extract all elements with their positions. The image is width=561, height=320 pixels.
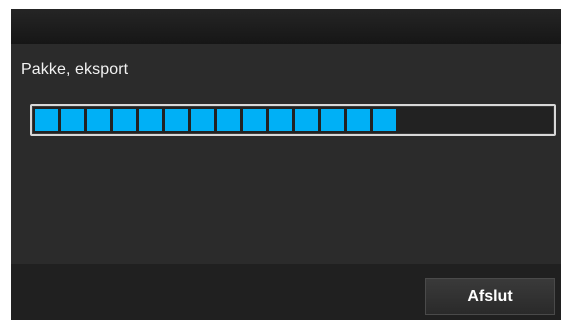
progress-segments bbox=[35, 109, 551, 131]
progress-segment bbox=[373, 109, 396, 131]
progress-segment bbox=[321, 109, 344, 131]
progress-segment bbox=[347, 109, 370, 131]
dialog-footer: Afslut bbox=[11, 264, 561, 320]
export-progress-bar bbox=[30, 104, 556, 136]
progress-segment bbox=[165, 109, 188, 131]
progress-segment bbox=[243, 109, 266, 131]
progress-segment bbox=[61, 109, 84, 131]
exit-button[interactable]: Afslut bbox=[425, 278, 555, 315]
progress-segment bbox=[217, 109, 240, 131]
export-dialog: Pakke, eksport Afslut bbox=[11, 9, 561, 320]
dialog-title-bar bbox=[11, 9, 561, 44]
progress-segment bbox=[35, 109, 58, 131]
progress-segment bbox=[191, 109, 214, 131]
progress-segment bbox=[295, 109, 318, 131]
progress-segment bbox=[87, 109, 110, 131]
progress-segment bbox=[139, 109, 162, 131]
progress-segment bbox=[113, 109, 136, 131]
export-status-label: Pakke, eksport bbox=[21, 61, 129, 78]
progress-segment bbox=[269, 109, 292, 131]
